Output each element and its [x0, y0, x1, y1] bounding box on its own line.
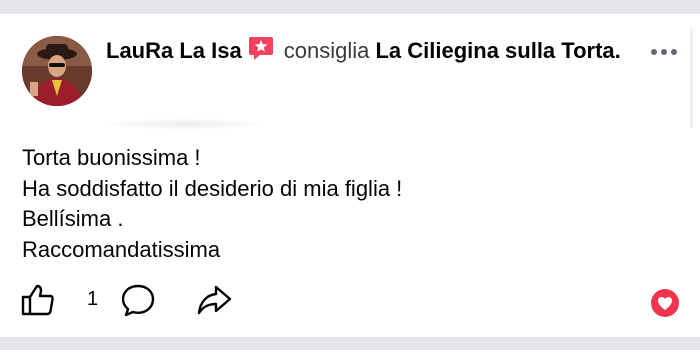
more-options-icon[interactable] — [648, 38, 688, 66]
top-separator — [0, 0, 700, 14]
page-name-link[interactable]: La Ciliegina sulla Torta. — [375, 38, 620, 63]
like-count: 1 — [87, 288, 99, 310]
review-post: LauRa La Isa consiglia La Ciliegina sulla… — [0, 0, 700, 350]
share-button[interactable] — [196, 283, 234, 322]
recommend-star-icon — [248, 35, 274, 61]
review-line: Bellísima . — [22, 206, 124, 231]
share-icon — [197, 285, 232, 315]
like-button[interactable] — [20, 283, 56, 322]
bottom-separator — [0, 337, 700, 350]
thumbs-up-icon — [21, 284, 54, 316]
post-header: LauRa La Isa consiglia La Ciliegina sulla… — [106, 34, 646, 68]
love-reaction-icon[interactable] — [651, 289, 679, 317]
scrollbar[interactable] — [690, 28, 693, 128]
comment-button[interactable] — [120, 283, 156, 322]
review-line: Raccomandatissima — [22, 236, 221, 262]
review-text: Torta buonissima ! Ha soddisfatto il des… — [22, 143, 662, 265]
author-name[interactable]: LauRa La Isa — [106, 38, 242, 63]
divider-shadow — [100, 118, 270, 130]
review-line: Ha soddisfatto il desiderio di mia figli… — [22, 175, 403, 201]
author-avatar[interactable] — [22, 36, 92, 106]
recommend-verb: consiglia — [283, 38, 370, 63]
comment-icon — [121, 284, 155, 317]
review-line: Torta buonissima ! — [22, 145, 201, 170]
